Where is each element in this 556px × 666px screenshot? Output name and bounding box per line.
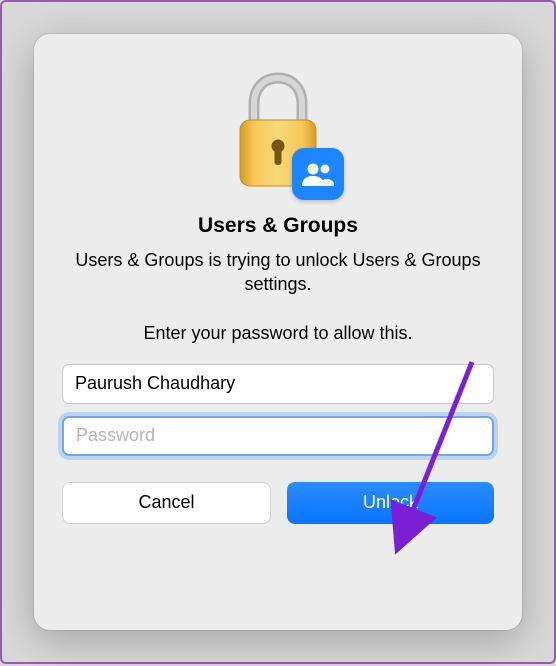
auth-dialog: Users & Groups Users & Groups is trying … <box>34 34 522 630</box>
cancel-button[interactable]: Cancel <box>62 482 271 524</box>
password-field[interactable] <box>62 416 494 456</box>
dialog-title: Users & Groups <box>198 214 358 238</box>
dialog-message: Users & Groups is trying to unlock Users… <box>62 248 494 297</box>
username-field[interactable] <box>62 364 494 404</box>
users-badge <box>292 148 344 200</box>
users-group-icon <box>300 160 336 188</box>
unlock-button[interactable]: Unlock <box>287 482 494 524</box>
dialog-icon <box>218 66 338 196</box>
dialog-instruction: Enter your password to allow this. <box>143 323 412 344</box>
button-row: Cancel Unlock <box>62 482 494 524</box>
